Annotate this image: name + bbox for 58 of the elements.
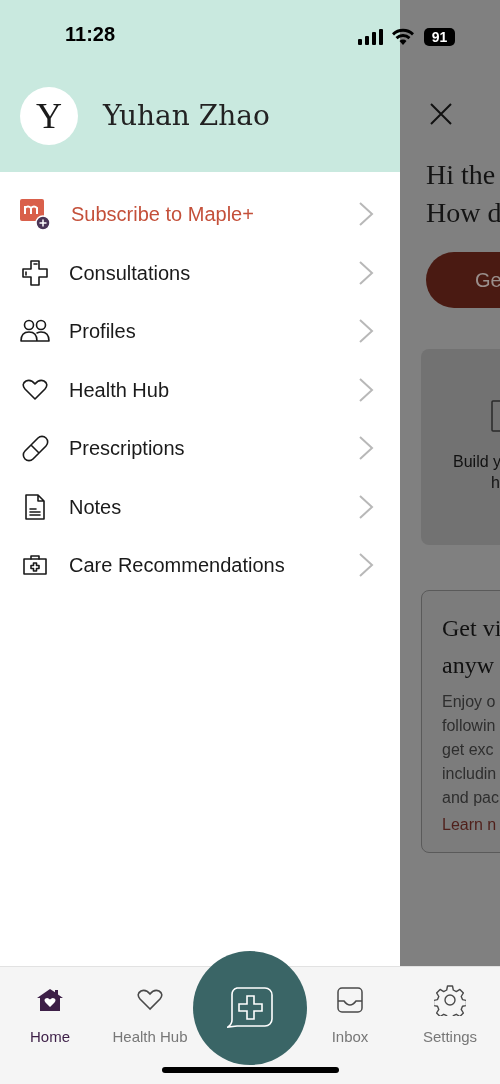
home-heart-icon	[36, 988, 64, 1012]
tab-label: Inbox	[331, 1028, 369, 1046]
chevron-icon	[358, 493, 374, 520]
promo-text: includin	[442, 764, 498, 784]
greeting-text: Hi the	[426, 158, 497, 192]
menu-item[interactable]: Care Recommendations	[0, 536, 400, 595]
close-icon[interactable]	[429, 102, 453, 126]
signal-icon	[358, 29, 383, 45]
menu-item[interactable]: Subscribe to Maple+	[0, 185, 400, 244]
chevron-icon	[358, 259, 374, 286]
chevron-icon	[358, 435, 374, 462]
promo-text: get exc	[442, 740, 495, 760]
card-illustration-icon	[491, 400, 500, 432]
heart-icon	[22, 378, 48, 401]
menu-item[interactable]: Profiles	[0, 302, 400, 361]
menu-item-label: Profiles	[69, 319, 137, 345]
medical-kit-icon	[22, 553, 48, 578]
chevron-icon	[358, 552, 374, 579]
user-name: Yuhan Zhao	[103, 98, 270, 134]
promo-text: followin	[442, 716, 497, 736]
tab-item[interactable]: Health Hub	[112, 984, 188, 1046]
tab-label: Health Hub	[112, 1028, 188, 1046]
menu-item-label: Care Recommendations	[69, 553, 286, 579]
tab-label: Settings	[422, 1028, 478, 1046]
menu-item-label: Health Hub	[69, 377, 171, 403]
tab-label: Home	[30, 1028, 70, 1046]
maple-plus-icon	[19, 197, 51, 232]
primary-button[interactable]: Ge	[426, 252, 500, 308]
heart-icon	[137, 989, 163, 1011]
tab-item[interactable]: Inbox	[331, 984, 369, 1046]
promo-title: Get vi	[442, 614, 500, 643]
menu-item[interactable]: Notes	[0, 477, 400, 536]
chat-plus-icon	[227, 987, 273, 1029]
tab-item[interactable]: Home	[30, 984, 70, 1046]
menu-item-label: Consultations	[69, 260, 192, 286]
chevron-icon	[358, 318, 374, 345]
medical-cross-icon	[21, 258, 49, 287]
menu-item[interactable]: Prescriptions	[0, 419, 400, 478]
menu-item-label: Notes	[69, 494, 123, 520]
promo-text: Enjoy o	[442, 692, 497, 712]
chevron-icon	[358, 201, 374, 228]
menu-item-label: Subscribe to Maple+	[71, 202, 255, 228]
menu-item[interactable]: Consultations	[0, 243, 400, 302]
settings-icon	[434, 984, 466, 1016]
document-icon	[24, 492, 46, 521]
inbox-icon	[337, 987, 363, 1013]
people-icon	[20, 319, 50, 344]
pill-icon	[21, 434, 49, 463]
status-time: 11:28	[65, 24, 116, 44]
card-text: h	[491, 473, 500, 493]
chevron-icon	[358, 376, 374, 403]
menu-item[interactable]: Health Hub	[0, 360, 400, 419]
menu-item-label: Prescriptions	[69, 436, 186, 462]
promo-text: and pac	[442, 788, 500, 808]
wifi-icon	[392, 28, 414, 45]
promo-title: anyw	[442, 651, 495, 680]
tab-item[interactable]: Settings	[422, 984, 478, 1046]
battery-indicator: 91	[424, 28, 455, 46]
